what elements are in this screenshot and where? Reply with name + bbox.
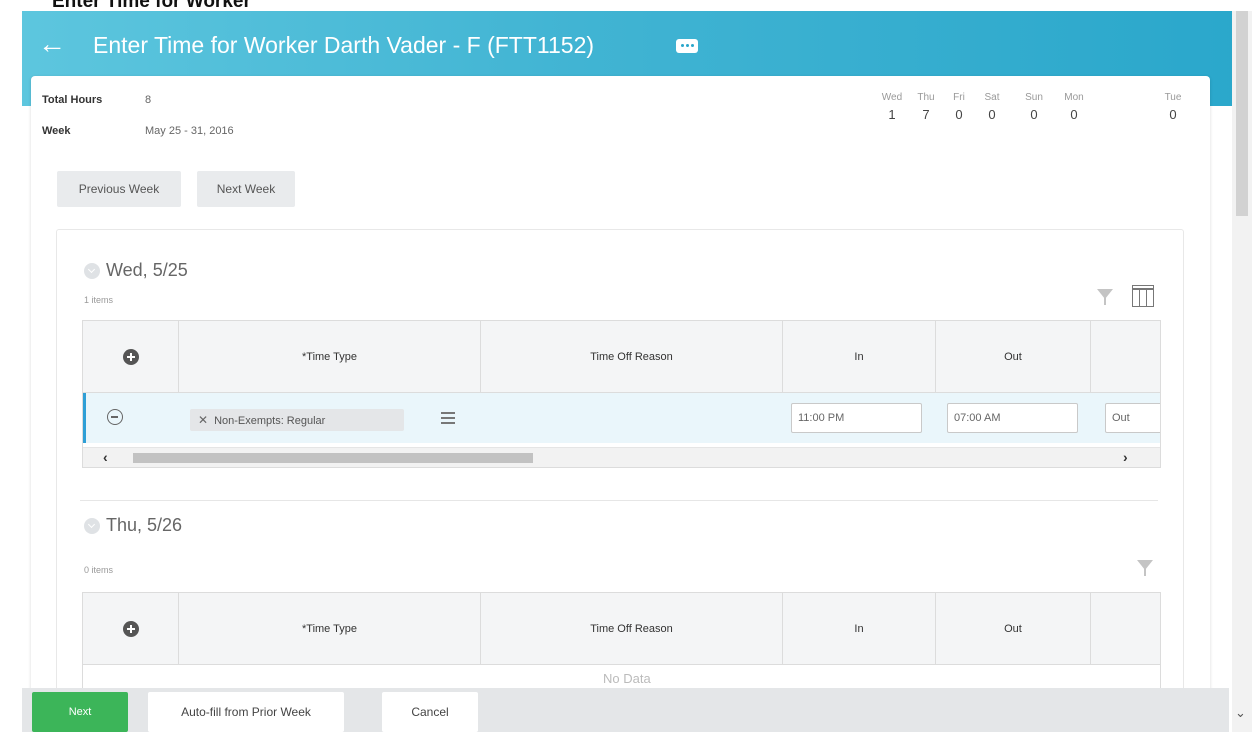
table-row: ✕ Non-Exempts: Regular 11:00 PM 07:00 AM … [83, 393, 1160, 443]
cancel-button[interactable]: Cancel [382, 692, 478, 732]
in-time-input[interactable]: 11:00 PM [791, 403, 922, 433]
vertical-scroll-thumb[interactable] [1236, 11, 1248, 216]
horizontal-scrollbar[interactable]: ‹ › [83, 447, 1160, 467]
section-divider [80, 500, 1158, 501]
column-header-out[interactable]: Out [936, 321, 1091, 392]
back-arrow-icon[interactable]: ← [38, 24, 66, 64]
column-header-extra [1091, 593, 1160, 664]
add-row-cell[interactable] [83, 593, 179, 664]
filter-icon[interactable] [1097, 289, 1113, 307]
column-header-in[interactable]: In [783, 321, 936, 392]
column-header-in[interactable]: In [783, 593, 936, 664]
collapse-icon[interactable] [84, 263, 100, 280]
page-title: Enter Time for Worker Darth Vader - F (F… [93, 32, 595, 58]
scroll-left-icon[interactable]: ‹ [103, 449, 108, 465]
column-header-out[interactable]: Out [936, 593, 1091, 664]
add-row-cell[interactable] [83, 321, 179, 392]
time-type-selection[interactable]: ✕ Non-Exempts: Regular [190, 409, 404, 431]
column-header-time-off-reason[interactable]: Time Off Reason [481, 321, 783, 392]
section-item-count: 1 items [84, 295, 114, 305]
grid-header: *Time Type Time Off Reason In Out [83, 321, 1160, 393]
grid-header: *Time Type Time Off Reason In Out [83, 593, 1160, 665]
week-value: May 25 - 31, 2016 [145, 125, 234, 137]
section-item-count: 0 items [84, 565, 114, 575]
collapse-icon[interactable] [84, 518, 100, 535]
day-column-tue: Tue 0 [1164, 92, 1182, 122]
remove-icon[interactable] [107, 409, 123, 425]
main-card: Total Hours 8 Week May 25 - 31, 2016 Wed… [31, 76, 1210, 732]
remove-selection-icon[interactable]: ✕ [198, 413, 208, 427]
days-panel: Wed, 5/25 1 items *Time Type Time Off Re… [56, 229, 1184, 732]
out-time-input[interactable]: 07:00 AM [947, 403, 1078, 433]
no-data-text: No Data [603, 671, 651, 686]
day-column-wed: Wed 1 [881, 92, 903, 122]
column-header-extra [1091, 321, 1160, 392]
add-icon[interactable] [122, 620, 139, 637]
scroll-right-icon[interactable]: › [1123, 449, 1128, 465]
section-title-thu[interactable]: Thu, 5/26 [84, 515, 182, 536]
column-header-time-off-reason[interactable]: Time Off Reason [481, 593, 783, 664]
add-icon[interactable] [122, 348, 139, 365]
day-column-sat: Sat 0 [984, 92, 1000, 122]
vertical-scrollbar[interactable]: ⌄ [1232, 11, 1252, 732]
column-header-time-type[interactable]: *Time Type [179, 593, 481, 664]
total-hours-value: 8 [145, 94, 152, 106]
next-button[interactable]: Next [32, 692, 128, 732]
day-column-mon: Mon 0 [1064, 92, 1084, 122]
columns-icon[interactable] [1132, 285, 1154, 307]
time-grid-wed: *Time Type Time Off Reason In Out ✕ Non-E… [82, 320, 1161, 468]
prompt-list-icon[interactable] [441, 412, 455, 424]
section-title-wed[interactable]: Wed, 5/25 [84, 260, 188, 281]
autofill-prior-week-button[interactable]: Auto-fill from Prior Week [148, 692, 344, 732]
week-label: Week [42, 125, 71, 137]
scroll-thumb[interactable] [133, 453, 533, 463]
column-header-time-type[interactable]: *Time Type [179, 321, 481, 392]
day-column-fri: Fri 0 [953, 92, 965, 122]
previous-week-button[interactable]: Previous Week [57, 171, 181, 207]
filter-icon[interactable] [1137, 560, 1153, 578]
footer-toolbar: Next Auto-fill from Prior Week Cancel [22, 688, 1229, 732]
out-reason-input[interactable]: Out [1105, 403, 1160, 433]
day-column-thu: Thu 7 [917, 92, 935, 122]
day-column-sun: Sun 0 [1025, 92, 1043, 122]
total-hours-label: Total Hours [42, 94, 103, 106]
scroll-down-icon[interactable]: ⌄ [1235, 705, 1246, 721]
next-week-button[interactable]: Next Week [197, 171, 295, 207]
related-actions-icon[interactable] [676, 39, 698, 53]
